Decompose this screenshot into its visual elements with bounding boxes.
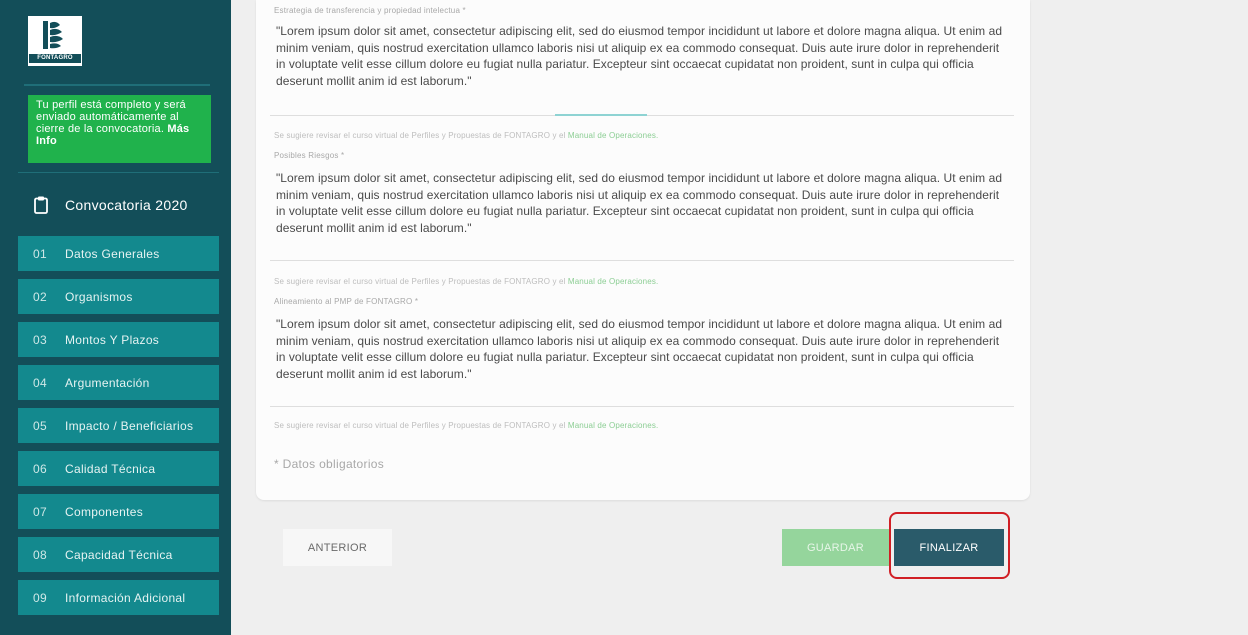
- sidebar-item-componentes[interactable]: 07 Componentes: [18, 494, 219, 529]
- nav-number: 07: [33, 504, 47, 519]
- profile-status-note: Tu perfil está completo y será enviado a…: [28, 95, 211, 163]
- sidebar-item-montos-y-plazos[interactable]: 03 Montos Y Plazos: [18, 322, 219, 357]
- nav-label: Calidad Técnica: [65, 461, 156, 476]
- nav-number: 05: [33, 418, 47, 433]
- hint-text: Se sugiere revisar el curso virtual de P…: [274, 421, 568, 430]
- manual-link[interactable]: Manual de Operaciones.: [568, 277, 658, 286]
- focus-indicator: [555, 114, 647, 116]
- nav-number: 02: [33, 289, 47, 304]
- pmp-alignment-textarea[interactable]: "Lorem ipsum dolor sit amet, consectetur…: [276, 316, 1010, 382]
- hint-text: Se sugiere revisar el curso virtual de P…: [274, 131, 568, 140]
- course-hint: Se sugiere revisar el curso virtual de P…: [274, 131, 658, 140]
- nav-label: Montos Y Plazos: [65, 332, 160, 347]
- leaf-logo-icon: [29, 17, 81, 55]
- nav-label: Argumentación: [65, 375, 150, 390]
- course-hint: Se sugiere revisar el curso virtual de P…: [274, 421, 658, 430]
- nav-number: 01: [33, 246, 47, 261]
- course-hint: Se sugiere revisar el curso virtual de P…: [274, 277, 658, 286]
- nav-label: Impacto / Beneficiarios: [65, 418, 194, 433]
- sidebar-item-impacto-beneficiarios[interactable]: 05 Impacto / Beneficiarios: [18, 408, 219, 443]
- nav-label: Capacidad Técnica: [65, 547, 173, 562]
- hint-text: Se sugiere revisar el curso virtual de P…: [274, 277, 568, 286]
- save-button[interactable]: GUARDAR: [782, 529, 889, 566]
- risks-textarea[interactable]: "Lorem ipsum dolor sit amet, consectetur…: [276, 170, 1010, 236]
- sidebar-item-organismos[interactable]: 02 Organismos: [18, 279, 219, 314]
- nav-number: 04: [33, 375, 47, 390]
- required-fields-note: * Datos obligatorios: [274, 457, 385, 471]
- field-label-transfer-strategy: Estrategia de transferencia y propiedad …: [274, 6, 466, 15]
- clipboard-icon: [34, 196, 48, 214]
- nav-label: Componentes: [65, 504, 144, 519]
- nav-number: 08: [33, 547, 47, 562]
- field-divider: [270, 406, 1014, 407]
- sidebar-item-datos-generales[interactable]: 01 Datos Generales: [18, 236, 219, 271]
- manual-link[interactable]: Manual de Operaciones.: [568, 131, 658, 140]
- sidebar-item-argumentacion[interactable]: 04 Argumentación: [18, 365, 219, 400]
- sidebar-divider: [24, 84, 210, 86]
- sidebar-item-calidad-tecnica[interactable]: 06 Calidad Técnica: [18, 451, 219, 486]
- nav-number: 09: [33, 590, 47, 605]
- previous-button[interactable]: ANTERIOR: [283, 529, 392, 566]
- field-label-risks: Posibles Riesgos *: [274, 151, 345, 160]
- call-label: Convocatoria 2020: [65, 197, 188, 213]
- sidebar-item-informacion-adicional[interactable]: 09 Información Adicional: [18, 580, 219, 615]
- call-header[interactable]: Convocatoria 2020: [34, 193, 188, 217]
- profile-status-text: Tu perfil está completo y será enviado a…: [36, 99, 186, 135]
- nav-label: Datos Generales: [65, 246, 160, 261]
- nav-number: 03: [33, 332, 47, 347]
- field-divider: [270, 260, 1014, 261]
- finish-button[interactable]: FINALIZAR: [894, 529, 1004, 566]
- nav-number: 06: [33, 461, 47, 476]
- sidebar: FONTAGRO Tu perfil está completo y será …: [0, 0, 231, 635]
- sidebar-divider: [18, 172, 219, 173]
- sidebar-item-capacidad-tecnica[interactable]: 08 Capacidad Técnica: [18, 537, 219, 572]
- logo-text: FONTAGRO: [29, 54, 81, 63]
- field-label-pmp-alignment: Alineamiento al PMP de FONTAGRO *: [274, 297, 419, 306]
- manual-link[interactable]: Manual de Operaciones.: [568, 421, 658, 430]
- nav-label: Organismos: [65, 289, 133, 304]
- fontagro-logo[interactable]: FONTAGRO: [28, 16, 82, 66]
- nav-label: Información Adicional: [65, 590, 186, 605]
- transfer-strategy-textarea[interactable]: "Lorem ipsum dolor sit amet, consectetur…: [276, 23, 1010, 89]
